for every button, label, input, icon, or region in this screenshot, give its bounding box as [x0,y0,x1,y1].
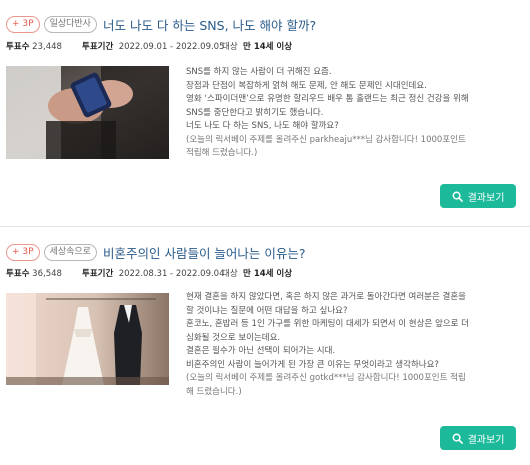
card-meta: 투표수 23,448 투표기간 2022.09.01 - 2022.09.05 … [6,40,292,52]
description-line: 장점과 단점이 복잡하게 얽혀 해도 문제, 안 해도 문제인 시대인데요. [186,80,427,91]
period-value: 2022.08.31 - 2022.09.04 [118,269,225,279]
result-button[interactable]: 결과보기 [440,426,516,450]
search-icon [452,433,463,444]
description-note: 해 드렸습니다.) [186,386,242,397]
description-line: 할 것이냐는 질문에 어떤 대답을 하고 싶나요? [186,305,348,316]
point-badge: + 3P [6,243,40,261]
result-button-label: 결과보기 [467,434,505,446]
card-title[interactable]: 너도 나도 다 하는 SNS, 나도 해야 할까? [103,15,316,34]
period-label: 투표기간 [82,269,114,279]
votes-label: 투표수 [6,42,30,52]
survey-card: + 3P 세상속으로 비혼주의인 사람들이 늘어나는 이유는? 투표수 36,5… [0,234,530,465]
target-value: 만 14세 이상 [243,269,293,279]
description-note: 적립해 드렸습니다.) [186,148,258,158]
card-divider [0,226,530,227]
survey-card: + 3P 일상다반사 너도 나도 다 하는 SNS, 나도 해야 할까? 투표수… [0,0,530,226]
result-button-label: 결과보기 [467,192,505,204]
search-icon [452,191,463,202]
target-label: 대상 [222,269,238,279]
description-line: 혼코노, 혼밥러 등 1인 가구를 위한 마케팅이 대세가 되면서 이 현상은 … [186,319,469,329]
card-title[interactable]: 비혼주의인 사람들이 늘어나는 이유는? [103,243,306,262]
description-line: 심화될 것으로 보이는데요. [186,332,281,343]
point-badge: + 3P [6,15,40,33]
votes-label: 투표수 [6,269,30,279]
description-note: (오늘의 릭서베이 주제를 올려주신 parkheaju***님 감사합니다! … [186,134,466,145]
phone-hands-image [6,66,169,159]
card-meta: 투표수 36,548 투표기간 2022.08.31 - 2022.09.04 … [6,267,292,279]
category-badge[interactable]: 세상속으로 [43,243,97,261]
result-button[interactable]: 결과보기 [440,184,516,208]
description-line: 영화 ‘스파이더맨’으로 유명한 할리우드 배우 톰 홀랜드는 최근 정신 건강… [186,94,469,104]
description-note: (오늘의 릭서베이 주제를 올려주신 gotkd***님 감사합니다! 1000… [186,373,466,383]
description-line: 결혼은 필수가 아닌 선택이 되어가는 시대. [186,346,336,356]
target-value: 만 14세 이상 [243,42,293,52]
category-badge[interactable]: 일상다반사 [43,15,97,33]
period-label: 투표기간 [82,42,114,52]
description-line: 현재 결혼을 하지 않았다면, 혹은 하지 않은 과거로 돌아간다면 여러분은 … [186,292,466,302]
card-header: + 3P 세상속으로 비혼주의인 사람들이 늘어나는 이유는? [6,242,306,262]
wedding-dress-image [6,293,169,385]
target-label: 대상 [222,42,238,52]
votes-count: 36,548 [32,269,62,279]
card-header: + 3P 일상다반사 너도 나도 다 하는 SNS, 나도 해야 할까? [6,14,316,34]
card-description: 현재 결혼을 하지 않았다면, 혹은 하지 않은 과거로 돌아간다면 여러분은 … [186,291,516,399]
period-value: 2022.09.01 - 2022.09.05 [118,42,225,52]
survey-thumbnail[interactable] [6,293,169,385]
description-line: 너도 나도 다 하는 SNS, 나도 해야 할까요? [186,121,339,131]
votes-count: 23,448 [32,42,62,52]
survey-thumbnail[interactable] [6,66,169,159]
card-description: SNS를 하지 않는 사람이 더 귀해진 요즘. 장점과 단점이 복잡하게 얽혀… [186,66,516,161]
description-line: SNS를 하지 않는 사람이 더 귀해진 요즘. [186,67,332,77]
description-line: 비혼주의인 사람이 늘어가게 된 가장 큰 이유는 무엇이라고 생각하나요? [186,359,439,370]
description-line: SNS를 중단한다고 밝히기도 했습니다. [186,107,324,118]
